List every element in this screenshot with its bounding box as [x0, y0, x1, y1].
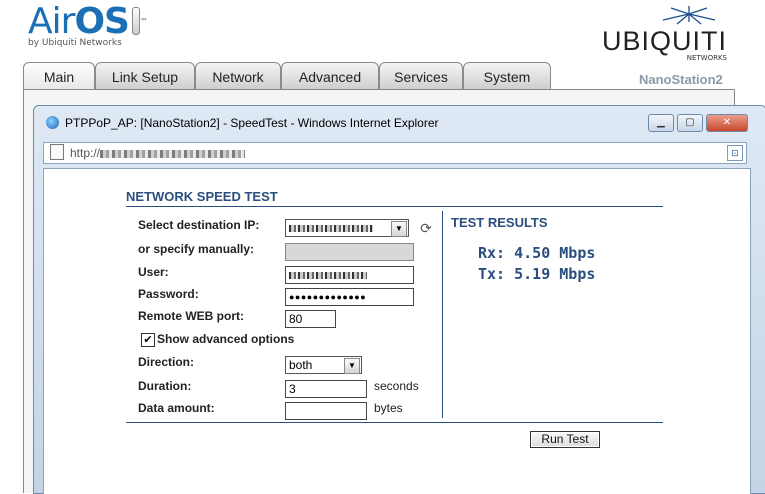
speedtest-content: NETWORK SPEED TEST Select destination IP… — [43, 168, 751, 494]
ie-icon — [46, 116, 59, 129]
duration-input[interactable]: 3 — [285, 380, 367, 398]
user-input[interactable] — [285, 266, 414, 284]
tab-network[interactable]: Network — [195, 62, 281, 89]
manual-ip-input[interactable] — [285, 243, 414, 261]
chevron-down-icon: ▼ — [391, 221, 407, 237]
address-bar[interactable]: http:// ⊡ — [43, 142, 747, 164]
port-input[interactable]: 80 — [285, 310, 336, 328]
tab-system[interactable]: System — [463, 62, 551, 89]
direction-select[interactable]: both ▼ — [285, 356, 362, 374]
advanced-label: Show advanced options — [157, 332, 295, 346]
vendor-name: UBIQUITI — [601, 26, 727, 56]
rx-result: Rx: 4.50 Mbps — [478, 244, 596, 262]
amount-label: Data amount: — [138, 401, 215, 415]
speedtest-window: PTPPoP_AP: [NanoStation2] - SpeedTest - … — [33, 105, 765, 494]
tab-main[interactable]: Main — [23, 62, 95, 89]
tx-result: Tx: 5.19 Mbps — [478, 265, 596, 283]
results-heading: TEST RESULTS — [451, 215, 548, 230]
chevron-down-icon: ▼ — [344, 358, 360, 374]
device-name: NanoStation2 — [639, 72, 723, 87]
minimize-button[interactable]: ▁ — [647, 114, 674, 132]
port-label: Remote WEB port: — [138, 309, 244, 323]
run-test-button[interactable]: Run Test — [530, 431, 600, 448]
user-label: User: — [138, 265, 169, 279]
logo-bar-icon — [131, 7, 140, 35]
logo-trademark: ™ — [139, 17, 148, 26]
address-prefix: http:// — [70, 146, 101, 160]
logo-air: Air — [28, 1, 75, 42]
direction-label: Direction: — [138, 355, 195, 369]
tab-link-setup[interactable]: Link Setup — [95, 62, 195, 89]
amount-input[interactable] — [285, 402, 367, 420]
results-divider — [442, 211, 443, 418]
dest-ip-redacted — [289, 225, 373, 233]
window-controls: ▁ ▢ ✕ — [647, 110, 748, 132]
maximize-button[interactable]: ▢ — [676, 114, 703, 132]
manual-ip-label: or specify manually: — [138, 242, 255, 256]
duration-label: Duration: — [138, 379, 192, 393]
advanced-checkbox[interactable]: ✔ — [141, 333, 155, 347]
speedtest-heading: NETWORK SPEED TEST — [126, 189, 278, 204]
compatibility-icon[interactable]: ⊡ — [727, 145, 743, 161]
user-redacted — [289, 272, 367, 280]
heading-divider — [126, 206, 663, 207]
ubiquiti-umbrella-icon — [662, 6, 716, 25]
window-title-bar: PTPPoP_AP: [NanoStation2] - SpeedTest - … — [46, 116, 439, 130]
dest-ip-label: Select destination IP: — [138, 218, 260, 232]
airos-logo: AirOS ™ by Ubiquiti Networks — [28, 1, 148, 49]
password-input[interactable]: ●●●●●●●●●●●●● — [285, 288, 414, 306]
logo-os: OS — [74, 1, 130, 42]
direction-value: both — [289, 358, 313, 372]
dest-ip-select[interactable]: ▼ — [285, 219, 409, 237]
address-redacted — [100, 149, 246, 158]
close-button[interactable]: ✕ — [706, 114, 748, 132]
bottom-divider — [126, 422, 663, 423]
window-title: PTPPoP_AP: [NanoStation2] - SpeedTest - … — [65, 116, 439, 130]
refresh-icon[interactable]: ⟳ — [418, 221, 434, 237]
amount-unit: bytes — [374, 401, 403, 415]
ubiquiti-logo: UBIQUITI NETWORKS — [601, 6, 727, 62]
tab-advanced[interactable]: Advanced — [281, 62, 379, 89]
tab-services[interactable]: Services — [379, 62, 463, 89]
duration-unit: seconds — [374, 379, 419, 393]
password-label: Password: — [138, 287, 199, 301]
page-icon — [50, 144, 64, 160]
